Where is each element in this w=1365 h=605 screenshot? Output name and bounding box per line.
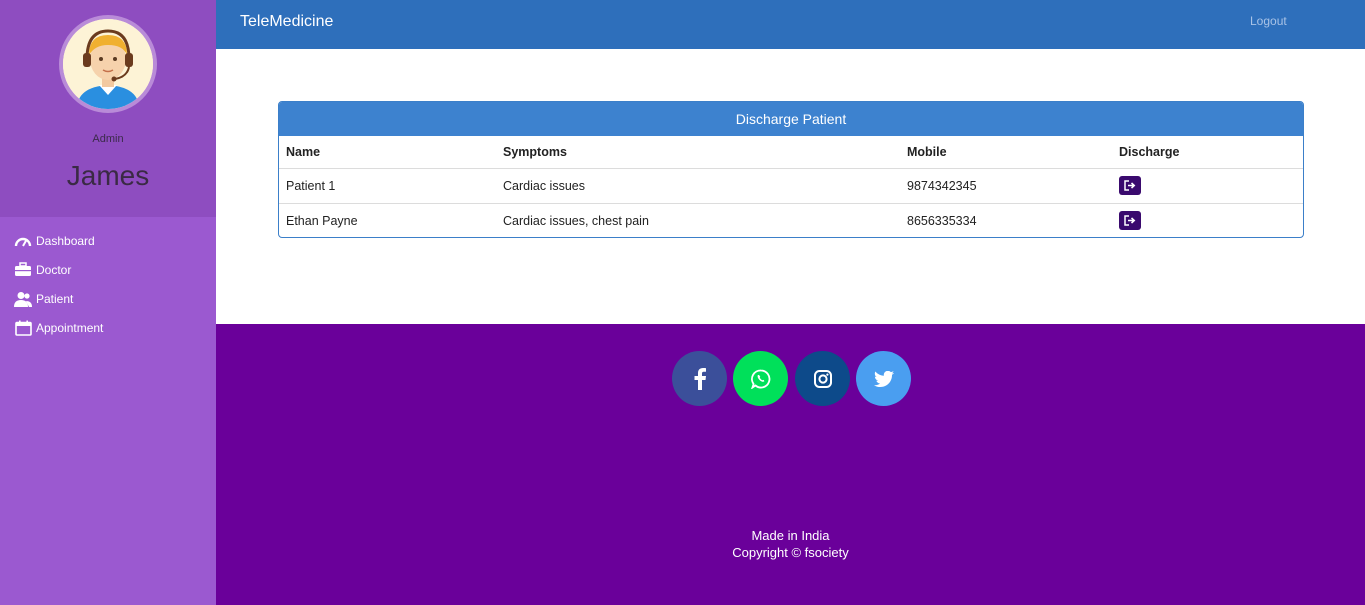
discharge-table: Name Symptoms Mobile Discharge Patient 1… [279,136,1303,237]
column-header-name: Name [279,136,496,169]
speedometer-icon [14,232,32,250]
panel-title: Discharge Patient [279,102,1303,136]
sidebar-item-patient[interactable]: Patient [0,284,216,313]
column-header-mobile: Mobile [900,136,1112,169]
table-row: Ethan Payne Cardiac issues, chest pain 8… [279,203,1303,237]
logout-link[interactable]: Logout [1250,14,1287,28]
avatar-ring [59,15,157,113]
sidebar-item-dashboard[interactable]: Dashboard [0,226,216,255]
column-header-discharge: Discharge [1112,136,1303,169]
footer: Made in India Copyright © fsociety [216,324,1365,605]
twitter-icon [873,370,894,387]
made-in-text: Made in India [751,528,830,543]
cell-symptoms: Cardiac issues, chest pain [503,213,649,228]
avatar-illustration [63,19,153,109]
user-role: Admin [92,133,124,145]
calendar-icon [14,319,32,337]
discharge-button[interactable] [1119,211,1141,231]
table-header-row: Name Symptoms Mobile Discharge [279,136,1303,169]
profile-section: Admin James [0,0,216,217]
briefcase-icon [14,261,32,279]
users-icon [14,290,32,308]
column-header-symptoms: Symptoms [496,136,900,169]
avatar [63,19,153,109]
sidebar-item-label: Patient [36,291,74,306]
sidebar-item-label: Appointment [36,320,104,335]
cell-name: Patient 1 [279,168,496,204]
cell-discharge [1112,203,1303,237]
sidebar-item-label: Dashboard [36,233,95,248]
cell-mobile: 9874342345 [900,168,1112,204]
table-row: Patient 1 Cardiac issues 9874342345 [279,168,1303,204]
cell-name: Ethan Payne [286,213,358,228]
copyright-text: Copyright © fsociety [732,545,849,560]
sidebar-nav: Dashboard Doctor Patient Appointment [0,226,216,342]
whatsapp-button[interactable] [733,351,788,406]
top-navbar: TeleMedicine Logout [216,0,1365,49]
discharge-panel: Discharge Patient Name Symptoms Mobile D… [278,101,1304,238]
sidebar-item-appointment[interactable]: Appointment [0,313,216,342]
twitter-button[interactable] [856,351,911,406]
instagram-button[interactable] [795,351,850,406]
cell-symptoms: Cardiac issues [496,168,900,204]
instagram-icon [813,369,832,388]
sign-out-icon [1124,215,1136,226]
sidebar: Admin James Dashboard Doctor Patient App… [0,0,216,605]
user-name: James [66,160,150,191]
sign-out-icon [1124,180,1136,191]
discharge-button[interactable] [1119,176,1141,195]
sidebar-item-label: Doctor [36,262,72,277]
cell-discharge [1112,168,1303,204]
facebook-button[interactable] [672,351,727,406]
facebook-icon [694,367,706,390]
whatsapp-icon [750,369,770,389]
sidebar-item-doctor[interactable]: Doctor [0,255,216,284]
brand-title[interactable]: TeleMedicine [240,13,333,31]
cell-mobile: 8656335334 [907,213,977,228]
